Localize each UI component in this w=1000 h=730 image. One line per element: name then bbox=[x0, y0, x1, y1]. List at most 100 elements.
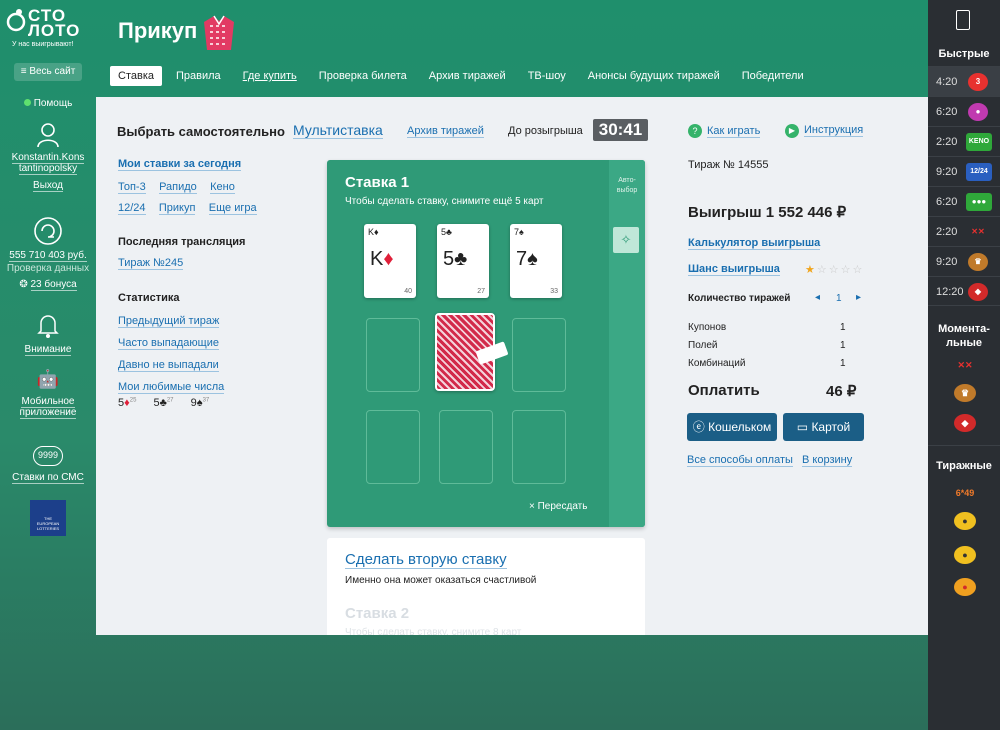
instant-game-icon[interactable]: ♛ bbox=[954, 384, 976, 402]
bet-link-1224[interactable]: 12/24 bbox=[118, 202, 146, 215]
tab-rules[interactable]: Правила bbox=[168, 66, 229, 86]
logout-link[interactable]: Выход bbox=[33, 180, 63, 192]
stats-frequent[interactable]: Часто выпадающие bbox=[118, 337, 219, 350]
tab-archive[interactable]: Архив тиражей bbox=[421, 66, 514, 86]
all-site-button[interactable]: ≡ Весь сайт bbox=[14, 63, 82, 81]
reshuffle-link[interactable]: × Пересдать bbox=[529, 501, 587, 512]
stake-2-card: Сделать вторую ставку Именно она может о… bbox=[327, 538, 645, 635]
bet-link-another[interactable]: Еще игра bbox=[208, 202, 257, 215]
stats-prev-draw[interactable]: Предыдущий тираж bbox=[118, 315, 220, 328]
instant-game-icon[interactable]: ✕✕ bbox=[954, 356, 976, 374]
android-icon: 🤖 bbox=[36, 369, 60, 389]
sms-block[interactable]: 9999 Ставки по СМС bbox=[0, 446, 96, 484]
fast-game-row[interactable]: 12:20 ◆ bbox=[928, 276, 1000, 306]
mobile-app-link-2[interactable]: приложение bbox=[19, 407, 77, 419]
empty-card-slot[interactable] bbox=[512, 410, 566, 484]
tab-tv-show[interactable]: ТВ-шоу bbox=[520, 66, 574, 86]
lotto-ball-icon[interactable]: ● bbox=[954, 512, 976, 530]
user-name-link-2[interactable]: tantinopolsky bbox=[18, 163, 78, 175]
win-calculator-link[interactable]: Калькулятор выигрыша bbox=[688, 237, 821, 250]
tab-announcements[interactable]: Анонсы будущих тиражей bbox=[580, 66, 728, 86]
win-chance-link[interactable]: Шанс выигрыша bbox=[688, 263, 780, 276]
pay-wallet-button[interactable]: ⓔ Кошельком bbox=[687, 413, 777, 441]
instant-game-icon[interactable]: ◆ bbox=[954, 414, 976, 432]
attention-block[interactable]: Внимание bbox=[0, 312, 96, 356]
draws-decrease-icon[interactable]: ◂ bbox=[815, 292, 820, 303]
tab-stavka[interactable]: Ставка bbox=[110, 66, 162, 86]
divider bbox=[928, 445, 1000, 446]
fast-game-row[interactable]: 9:20 ♛ bbox=[928, 246, 1000, 276]
fast-game-row[interactable]: 2:20 ✕✕ bbox=[928, 216, 1000, 246]
game-badge-icon: ✕✕ bbox=[971, 227, 985, 236]
fast-game-row[interactable]: 9:20 12/24 bbox=[928, 156, 1000, 186]
star-icon: ☆ bbox=[840, 264, 851, 276]
sms-link[interactable]: Ставки по СМС bbox=[12, 472, 84, 484]
win-amount: Выигрыш 1 552 446 ₽ bbox=[688, 204, 847, 221]
instruction-link[interactable]: ▶ Инструкция bbox=[785, 124, 864, 138]
pay-card-button[interactable]: ▭ Картой bbox=[783, 413, 864, 441]
game-badge-icon: ● bbox=[968, 103, 988, 121]
last-broadcast-title: Последняя трансляция bbox=[118, 236, 246, 248]
my-bets-block: Мои ставки за сегодня Топ-3 Рапидо Кено … bbox=[118, 158, 308, 215]
star-icon: ☆ bbox=[828, 264, 839, 276]
stats-favorites[interactable]: Мои любимые числа bbox=[118, 381, 225, 394]
dealt-card[interactable]: 7♠ 7♠ 33 bbox=[510, 224, 562, 298]
european-lotteries-logo[interactable]: THE EUROPEAN LOTTERIES bbox=[30, 500, 66, 536]
stoloto-logo[interactable]: СТО ЛОТО У нас выигрывают! bbox=[6, 6, 92, 50]
tab-winners[interactable]: Победители bbox=[734, 66, 812, 86]
lucky-text: Именно она может оказаться счастливой bbox=[345, 575, 537, 586]
bet-link-top3[interactable]: Топ-3 bbox=[118, 181, 146, 194]
fav-card[interactable]: 5♦25 bbox=[118, 397, 136, 409]
tab-check-ticket[interactable]: Проверка билета bbox=[311, 66, 415, 86]
coupons-label: Купонов bbox=[688, 322, 727, 333]
bet-link-keno[interactable]: Кено bbox=[210, 181, 235, 194]
draws-count-value[interactable]: 1 bbox=[836, 293, 842, 304]
fav-card[interactable]: 9♠37 bbox=[191, 397, 210, 409]
empty-card-slot[interactable] bbox=[366, 410, 420, 484]
magic-wand-button[interactable]: ✧ bbox=[613, 227, 639, 253]
coupons-value: 1 bbox=[840, 322, 846, 333]
fast-game-row[interactable]: 4:20 3 bbox=[928, 66, 1000, 96]
lotto-ball-icon[interactable]: ● bbox=[954, 546, 976, 564]
balance-link[interactable]: 555 710 403 руб. bbox=[9, 250, 87, 262]
game-badge-icon: ◆ bbox=[968, 283, 988, 301]
tab-where-buy[interactable]: Где купить bbox=[235, 66, 305, 86]
bell-icon bbox=[37, 315, 59, 338]
help-link[interactable]: Помощь bbox=[0, 98, 96, 109]
multi-stake-link[interactable]: Мультиставка bbox=[293, 122, 383, 139]
fast-game-row[interactable]: 6:20 ● bbox=[928, 96, 1000, 126]
archive-link[interactable]: Архив тиражей bbox=[407, 125, 484, 138]
bet-link-prikup[interactable]: Прикуп bbox=[158, 202, 196, 215]
fast-game-row[interactable]: 2:20 KENO bbox=[928, 126, 1000, 156]
dealt-card[interactable]: K♦ K♦ 40 bbox=[364, 224, 416, 298]
dealt-card[interactable]: 5♣ 5♣ 27 bbox=[437, 224, 489, 298]
my-bets-link[interactable]: Мои ставки за сегодня bbox=[118, 158, 242, 171]
stats-long-absent[interactable]: Давно не выпадали bbox=[118, 359, 219, 372]
star-icon: ★ bbox=[805, 264, 815, 276]
mobile-app-block[interactable]: 🤖 Мобильное приложение bbox=[0, 368, 96, 419]
attention-link[interactable]: Внимание bbox=[24, 344, 72, 356]
game-badge-icon: ♛ bbox=[968, 253, 988, 271]
empty-card-slot[interactable] bbox=[366, 318, 420, 392]
lotto-ball-icon[interactable]: ● bbox=[954, 578, 976, 596]
fast-game-row[interactable]: 6:20 ●●● bbox=[928, 186, 1000, 216]
select-self-tab[interactable]: Выбрать самостоятельно bbox=[117, 124, 285, 139]
lotto-649-icon[interactable]: 6*49 bbox=[950, 484, 980, 502]
auto-select-label: Авто-выбор bbox=[616, 177, 638, 194]
stake-title: Ставка 1 bbox=[345, 174, 410, 191]
fav-card[interactable]: 5♣27 bbox=[154, 397, 174, 409]
empty-card-slot[interactable] bbox=[512, 318, 566, 392]
draws-count-label: Количество тиражей bbox=[688, 293, 791, 304]
cards-icon[interactable] bbox=[956, 10, 970, 30]
bet-link-rapido[interactable]: Рапидо bbox=[159, 181, 197, 194]
bonus-link[interactable]: 23 бонуса bbox=[30, 279, 77, 291]
user-icon bbox=[37, 123, 59, 148]
all-payment-methods-link[interactable]: Все способы оплаты bbox=[687, 454, 793, 467]
draws-increase-icon[interactable]: ▸ bbox=[856, 292, 861, 303]
empty-card-slot[interactable] bbox=[439, 410, 493, 484]
make-second-stake-link[interactable]: Сделать вторую ставку bbox=[345, 551, 507, 569]
broadcast-draw-link[interactable]: Тираж №245 bbox=[118, 257, 184, 270]
wallet-icon: ⓔ bbox=[692, 420, 705, 434]
how-to-play-link[interactable]: ? Как играть bbox=[688, 124, 761, 138]
add-to-cart-link[interactable]: В корзину bbox=[802, 454, 853, 467]
